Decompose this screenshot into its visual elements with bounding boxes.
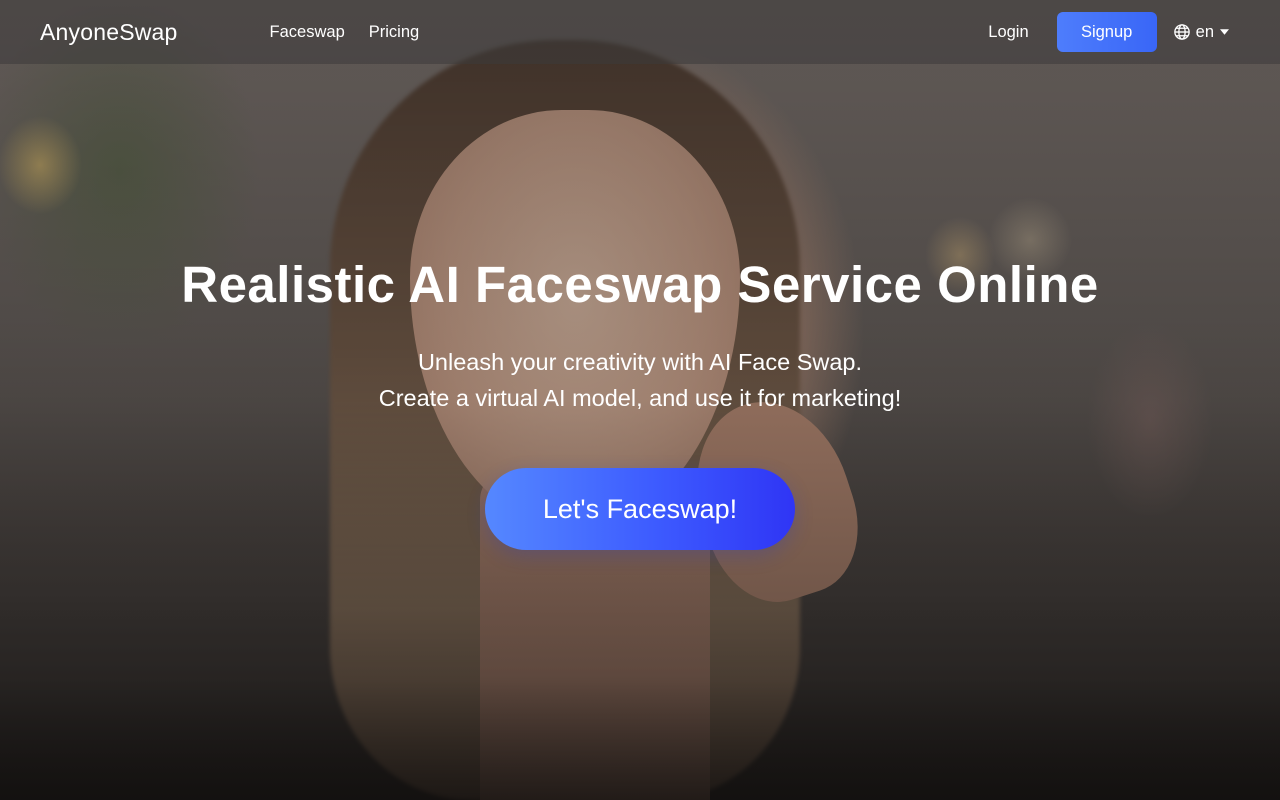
hero-subtitle: Unleash your creativity with AI Face Swa… — [0, 344, 1280, 416]
hero-title: Realistic AI Faceswap Service Online — [181, 256, 1099, 313]
site-logo[interactable]: AnyoneSwap — [40, 19, 178, 46]
signup-button[interactable]: Signup — [1056, 12, 1157, 52]
globe-icon — [1173, 24, 1190, 40]
hero-subtitle-line-1: Unleash your creativity with AI Face Swa… — [417, 349, 863, 375]
nav-link-faceswap[interactable]: Faceswap — [270, 23, 345, 42]
top-navbar: AnyoneSwap Faceswap Pricing Login Signup… — [0, 0, 1280, 64]
hero-subtitle-line-2: Create a virtual AI model, and use it fo… — [378, 385, 902, 411]
language-label: en — [1195, 22, 1214, 41]
lets-faceswap-button[interactable]: Let's Faceswap! — [485, 468, 795, 550]
hero-section: AnyoneSwap Faceswap Pricing Login Signup… — [0, 0, 1280, 800]
caret-down-icon — [1220, 29, 1229, 35]
language-selector[interactable]: en — [1173, 23, 1234, 42]
hero-content: Realistic AI Faceswap Service Online Unl… — [0, 250, 1280, 550]
nav-link-pricing[interactable]: Pricing — [369, 23, 419, 42]
login-link[interactable]: Login — [988, 23, 1028, 42]
